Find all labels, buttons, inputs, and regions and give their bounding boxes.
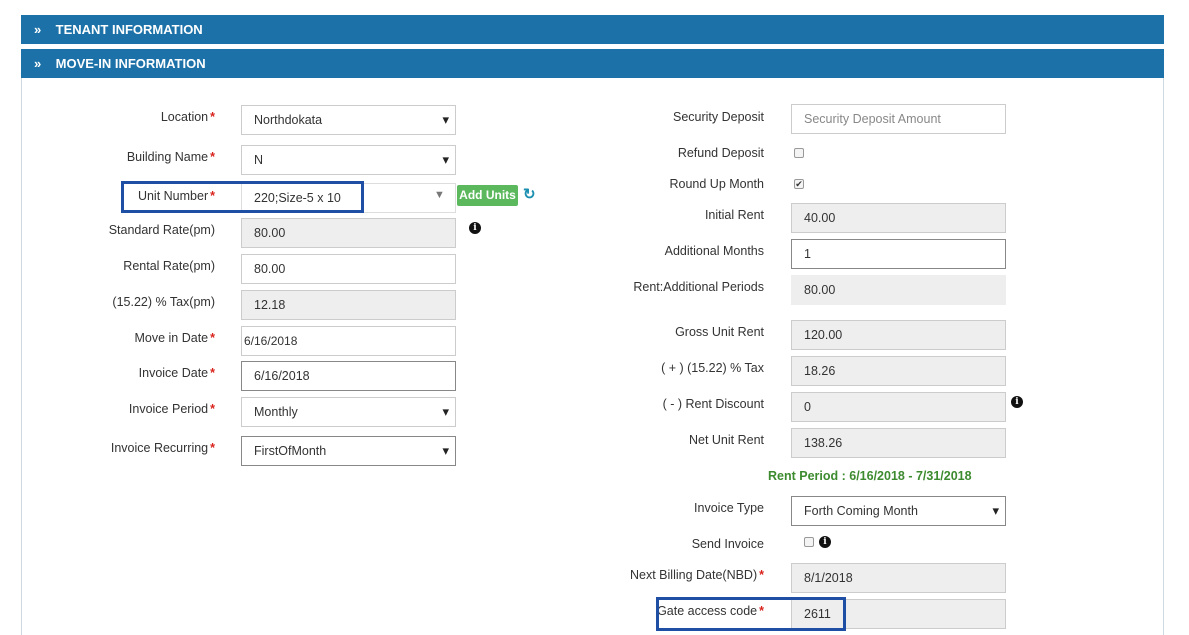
rental-rate-input[interactable]: 80.00 [241,254,456,284]
net-unit-rent-field: 138.26 [791,428,1006,458]
refund-deposit-checkbox[interactable] [794,148,804,158]
tax-field: 12.18 [241,290,456,320]
plus-tax-label: ( + ) (15.22) % Tax [661,361,764,375]
round-up-month-checkbox[interactable]: ✔ [794,179,804,189]
security-deposit-label: Security Deposit [672,110,764,124]
invoice-period-select[interactable]: Monthly [241,397,456,427]
gross-unit-rent-field: 120.00 [791,320,1006,350]
tax-label: (15.22) % Tax(pm) [112,295,215,309]
standard-rate-label: Standard Rate(pm) [108,223,215,237]
next-billing-date-label: Next Billing Date(NBD) * [630,568,764,582]
net-unit-rent-label: Net Unit Rent [688,433,764,447]
rent-additional-periods-label: Rent:Additional Periods [633,280,764,294]
move-in-date-input[interactable]: 6/16/2018 [241,326,456,356]
invoice-type-label: Invoice Type [694,501,764,515]
rent-additional-periods-field: 80.00 [791,275,1006,305]
tenant-information-title: TENANT INFORMATION [55,22,203,37]
building-name-label: Building Name * [126,150,215,164]
add-units-button[interactable]: Add Units [457,185,518,206]
gate-access-code-highlight [656,597,846,631]
round-up-month-label: Round Up Month [669,177,764,191]
next-billing-date-field: 8/1/2018 [791,563,1006,593]
security-deposit-input[interactable]: Security Deposit Amount [791,104,1006,134]
initial-rent-field: 40.00 [791,203,1006,233]
rental-rate-label: Rental Rate(pm) [123,259,215,273]
invoice-date-label: Invoice Date * [138,366,215,380]
plus-tax-field: 18.26 [791,356,1006,386]
building-name-select[interactable]: N [241,145,456,175]
unit-dropdown-caret-icon[interactable]: ▼ [434,189,445,201]
move-in-date-label: Move in Date * [134,331,215,345]
invoice-recurring-select[interactable]: FirstOfMonth [241,436,456,466]
tenant-information-header[interactable]: » TENANT INFORMATION [21,15,1164,44]
standard-rate-field: 80.00 [241,218,456,248]
initial-rent-label: Initial Rent [704,208,764,222]
additional-months-label: Additional Months [664,244,764,258]
rent-discount-field: 0 [791,392,1006,422]
rent-period-text: Rent Period : 6/16/2018 - 7/31/2018 [768,469,972,483]
invoice-type-select[interactable]: Forth Coming Month [791,496,1006,526]
double-chevron-right-icon: » [34,22,42,37]
invoice-period-label: Invoice Period * [128,402,215,416]
refresh-icon[interactable]: ↻ [523,185,536,203]
move-in-information-header[interactable]: » MOVE-IN INFORMATION [21,49,1164,78]
invoice-recurring-label: Invoice Recurring * [110,441,215,455]
location-label: Location * [160,110,215,124]
refund-deposit-label: Refund Deposit [677,146,764,160]
location-select[interactable]: Northdokata [241,105,456,135]
send-invoice-checkbox[interactable] [804,537,814,547]
gross-unit-rent-label: Gross Unit Rent [675,325,764,339]
invoice-date-input[interactable]: 6/16/2018 [241,361,456,391]
info-icon[interactable]: i [469,222,481,234]
double-chevron-down-icon: » [34,56,42,71]
move-in-information-title: MOVE-IN INFORMATION [55,56,206,71]
unit-number-highlight [121,181,364,213]
send-invoice-label: Send Invoice [691,537,764,551]
rent-discount-label: ( - ) Rent Discount [662,397,764,411]
rent-discount-info-icon[interactable]: i [1011,396,1023,408]
send-invoice-info-icon[interactable]: i [819,536,831,548]
additional-months-input[interactable]: 1 [791,239,1006,269]
